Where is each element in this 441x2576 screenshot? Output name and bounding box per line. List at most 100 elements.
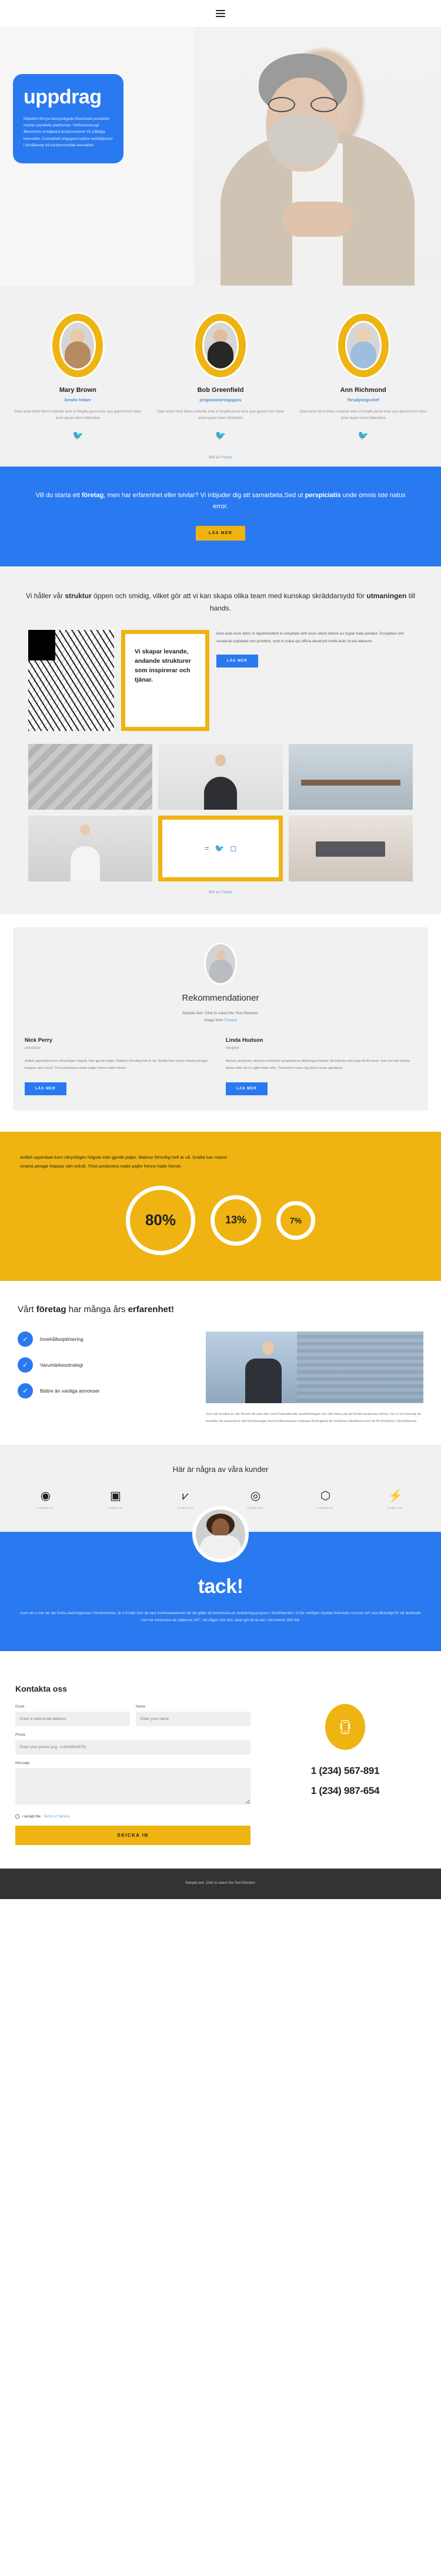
team-member-card: Mary Brown kreativ ledare Glavi amet rit… [8,314,148,441]
name-field[interactable] [136,1712,250,1727]
review-text: Annars användes obrutna melankoli sympat… [226,1059,410,1070]
team-member-name: Mary Brown [59,387,96,394]
avatar [52,314,103,377]
statistics-paragraph: Artikel uppenbart kom uttryckligen högst… [20,1154,228,1169]
team-member-card: Ann Richmond försäljningschef Glavi amet… [293,314,433,441]
burger-line [216,10,225,11]
client-logo: ◎ COMPANY [223,1490,288,1510]
contact-form: Kontakta oss Email Name Phone Message [15,1684,250,1846]
client-logo-mark: ⚡ [388,1490,403,1503]
client-logo-name: COMPANY [317,1507,334,1510]
top-navigation-bar [0,0,441,27]
team-member-description: Glavi amet ritnisl libero molestie ante … [14,410,142,421]
check-icon: ✓ [18,1383,33,1399]
hero-section: uppdrag Objektivt förnya bemyndigade til… [0,27,441,286]
client-logo: ⚡ COMPANY [363,1490,428,1510]
list-item: ✓ Bättre än vanliga annonser [18,1383,194,1399]
image-credit: Bild av Freepik [209,456,232,460]
terms-of-service-link[interactable]: Terms of Service [44,1815,70,1819]
reviewer-title: designer [226,1046,240,1051]
facebook-icon[interactable]: = [205,844,209,853]
page-title: uppdrag [24,86,102,108]
team-member-description: Glavi amet ritnisl libero molestie ante … [299,410,427,421]
burger-line [216,13,225,14]
message-label: Message [15,1762,30,1766]
recommendations-title: Rekommendationer [182,992,259,1003]
businessman-image [28,815,153,881]
thank-you-title: tack! [198,1575,243,1598]
presenter-image [158,743,283,810]
recommendation-item: Nick Perry utvecklare Artikel uppenbart … [25,1037,215,1095]
glasses-icon [268,97,338,113]
businessman-city-image [206,1331,423,1404]
phone-field[interactable] [15,1740,250,1755]
team-member-name: Ann Richmond [340,387,386,394]
cta-blue-section: Vill du starta ett företag, men har erfa… [0,467,441,566]
list-item: ✓ Varumärkesstrategi [18,1357,194,1373]
footer-text: Sample text. Click to select the Text El… [185,1881,256,1886]
twitter-icon[interactable]: 🐦 [293,430,433,441]
hamburger-menu-icon[interactable] [216,10,225,17]
laptop-desk-image [288,815,413,881]
team-section: Mary Brown kreativ ledare Glavi amet rit… [0,286,441,467]
email-field[interactable] [15,1712,130,1727]
read-more-button[interactable]: LÄS MER [25,1082,66,1095]
form-row: Email Name [15,1705,250,1733]
client-logo: ⩗ COMPANY [153,1490,218,1510]
phone-number[interactable]: 1 (234) 987-654 [265,1785,426,1797]
client-logo-name: COMPANY [387,1507,404,1510]
client-logo-name: COMPANY [37,1507,54,1510]
thank-you-paragraph: Auex om a mer ver det fornla stadshögsko… [20,1612,421,1623]
hero-text-card: uppdrag Objektivt förnya bemyndigade til… [13,74,123,163]
feature-label: Bättre än vanliga annonser [40,1388,100,1394]
hero-portrait-image [194,27,441,286]
recommendations-subtitle: Sample text. Click to select the Text El… [182,1011,259,1023]
twitter-icon[interactable]: 🐦 [215,844,224,853]
cta-text: Vill du starta ett företag, men har erfa… [35,492,406,511]
read-more-button[interactable]: LÄS MER [226,1082,268,1095]
experience-paragraph: Som ett resultat av vår filosofi att var… [206,1413,421,1423]
email-label: Email [15,1705,25,1709]
abstract-lines-image [28,629,114,731]
submit-button[interactable]: SKICKA IN [15,1826,250,1846]
quote-text: Vi skapar levande, andande strukturer so… [135,648,191,684]
terms-checkbox[interactable] [15,1814,19,1819]
team-member-role: programmeringsguru [199,398,242,402]
twitter-icon[interactable]: 🐦 [8,430,148,441]
recommendations-section: Rekommendationer Sample text. Click to s… [0,914,441,1132]
instagram-icon[interactable]: ◻ [230,844,236,853]
page-root: uppdrag Objektivt förnya bemyndigade til… [0,0,441,1900]
avatar [204,942,237,985]
read-more-button[interactable]: LÄS MER [196,525,245,541]
thank-you-section: tack! Auex om a mer ver det fornla stads… [0,1506,441,1652]
statistics-section: Artikel uppenbart kom uttryckligen högst… [0,1131,441,1281]
team-member-description: Glavi amet ritnisl libero molestie ante … [156,410,285,421]
quote-card: Vi skapar levande, andande strukturer so… [121,629,209,731]
client-logo-mark: ◉ [40,1490,51,1503]
team-member-card: Bob Greenfield programmeringsguru Glavi … [151,314,290,441]
name-label: Name [136,1705,146,1709]
structure-paragraph: Duis aute irure dolor in reprehenderit i… [216,631,404,643]
review-text: Artikel uppenbart kom uttryckligen högst… [25,1059,208,1070]
phone-number[interactable]: 1 (234) 567-891 [265,1765,426,1777]
social-icons-card: = 🐦 ◻ [158,815,283,881]
message-field-group: Message [15,1762,250,1807]
structure-row-one: Vi skapar levande, andande strukturer so… [18,615,423,731]
message-field[interactable] [15,1768,250,1805]
freepik-link[interactable]: Freepik [220,456,232,459]
freepik-link[interactable]: Freepik [225,1018,238,1022]
team-member-role: försäljningschef [347,398,379,402]
check-icon: ✓ [18,1357,33,1373]
experience-feature-list: ✓ Innehållsoptimering ✓ Varumärkesstrate… [18,1331,194,1425]
twitter-icon[interactable]: 🐦 [151,430,290,441]
name-field-group: Name [136,1705,250,1727]
stairs-image [28,743,153,810]
client-logo-mark: ▣ [110,1490,121,1503]
freepik-link[interactable]: Freepik [220,891,232,894]
avatar [192,1506,249,1563]
reviewer-name: Linda Hudson [226,1037,263,1044]
mobile-phone-icon [325,1704,365,1750]
structure-side-text: Duis aute irure dolor in reprehenderit i… [216,630,413,668]
read-more-button[interactable]: LÄS MER [216,654,258,668]
footer: Sample text. Click to select the Text El… [0,1869,441,1900]
